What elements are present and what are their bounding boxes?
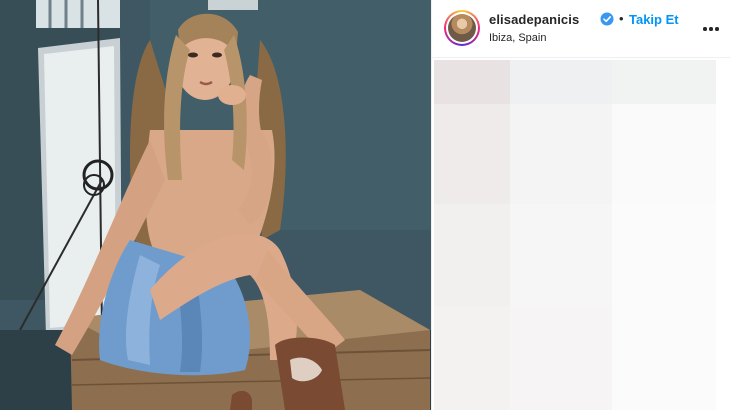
more-options-icon[interactable] [703,27,719,31]
separator-dot: • [619,11,624,26]
post-sidebar: elisadepanicis • Takip Et Ibiza, Spain [431,0,730,410]
comments-area [432,58,730,410]
location-link[interactable]: Ibiza, Spain [489,32,546,44]
username-link[interactable]: elisadepanicis [489,12,579,27]
photo-illustration [0,0,431,410]
story-ring[interactable] [444,10,480,46]
follow-button[interactable]: Takip Et [629,12,679,27]
post-photo[interactable] [0,0,431,410]
post-header: elisadepanicis • Takip Et Ibiza, Spain [432,0,730,58]
verified-badge-icon [600,12,614,26]
loading-placeholder [434,60,716,410]
avatar[interactable] [446,12,478,44]
avatar-image [448,14,476,42]
